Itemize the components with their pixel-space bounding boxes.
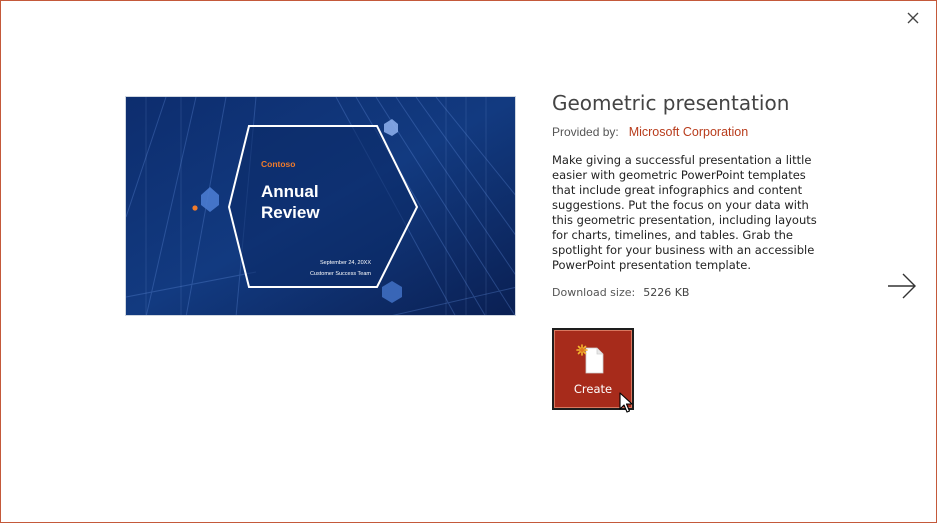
download-size-value: 5226 KB <box>643 286 690 299</box>
provided-by-label: Provided by: <box>552 125 619 139</box>
slide-title-line2: Review <box>261 203 320 222</box>
download-size-label: Download size: <box>552 286 636 299</box>
template-preview-image: Contoso Annual Review September 24, 20XX… <box>125 96 516 316</box>
slide-title-line1: Annual <box>261 182 319 201</box>
template-description: Make giving a successful presentation a … <box>552 153 817 272</box>
slide-team: Customer Success Team <box>310 271 371 277</box>
provider-name: Microsoft Corporation <box>628 125 749 139</box>
template-preview-dialog: Contoso Annual Review September 24, 20XX… <box>0 0 937 523</box>
new-document-icon <box>576 344 604 374</box>
download-size-row: Download size: 5226 KB <box>552 286 689 299</box>
template-title: Geometric presentation <box>552 91 790 115</box>
create-button[interactable]: Create <box>552 328 634 410</box>
next-template-button[interactable] <box>885 271 919 301</box>
slide-company: Contoso <box>261 159 295 169</box>
close-icon <box>907 12 919 24</box>
slide-date: September 24, 20XX <box>320 260 371 266</box>
arrow-right-icon <box>888 273 916 299</box>
provider-row: Provided by: Microsoft Corporation <box>552 125 748 139</box>
create-button-label: Create <box>573 382 613 396</box>
close-button[interactable] <box>904 9 922 27</box>
